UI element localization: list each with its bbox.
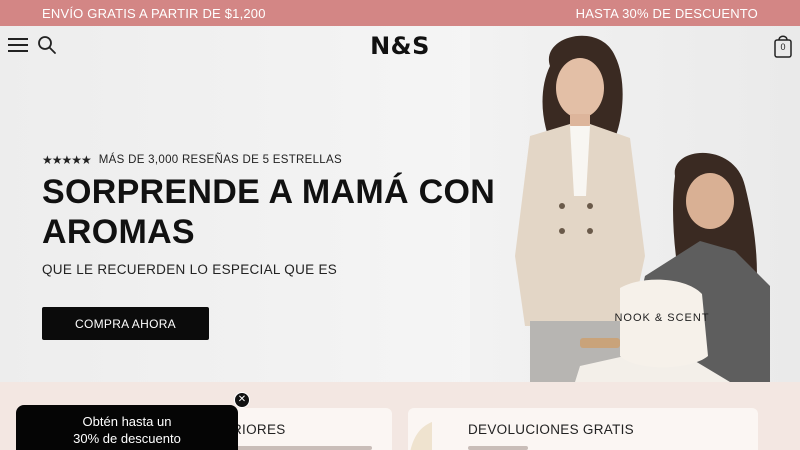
hero-headline: SORPRENDE A MAMÁ CON AROMAS [42, 173, 496, 251]
search-icon[interactable] [36, 34, 58, 56]
feature-title-returns: DEVOLUCIONES GRATIS [468, 422, 634, 437]
feature-text-placeholder [468, 446, 528, 450]
feature-card-returns: DEVOLUCIONES GRATIS [408, 408, 758, 450]
feature-text-placeholder [232, 446, 372, 450]
feature-title-left: RIORES [232, 422, 286, 437]
menu-icon[interactable] [8, 36, 28, 54]
shop-now-button[interactable]: COMPRA AHORA [42, 307, 209, 340]
hero-subheadline: QUE LE RECUERDEN LO ESPECIAL QUE ES [42, 262, 338, 277]
review-rating: ★★★★★ MÁS DE 3,000 RESEÑAS DE 5 ESTRELLA… [42, 153, 342, 167]
shopping-bag-icon[interactable]: 0 [772, 34, 794, 58]
feature-card-left: RIORES [218, 408, 392, 450]
promo-line-2: 30% de descuento [73, 431, 181, 446]
promo-line-1: Obtén hasta un [82, 414, 172, 429]
discount-popup[interactable]: Obtén hasta un 30% de descuento [16, 405, 238, 450]
brand-logo[interactable]: N&S [340, 32, 460, 60]
site-header: N&S 0 [0, 26, 800, 66]
announcement-bar: ENVÍO GRATIS A PARTIR DE $1,200 HASTA 30… [0, 0, 800, 26]
close-icon[interactable]: ✕ [234, 392, 250, 408]
cart-count: 0 [780, 42, 786, 52]
free-shipping-text: ENVÍO GRATIS A PARTIR DE $1,200 [42, 5, 266, 21]
hero-photo: NOOK & SCENT [470, 26, 800, 382]
returns-product-icon [410, 422, 432, 450]
discount-text: HASTA 30% DE DESCUENTO [575, 5, 758, 21]
rating-text: MÁS DE 3,000 RESEÑAS DE 5 ESTRELLAS [98, 154, 342, 166]
star-rating-icons: ★★★★★ [42, 153, 92, 167]
bag-print: NOOK & SCENT [614, 312, 709, 324]
